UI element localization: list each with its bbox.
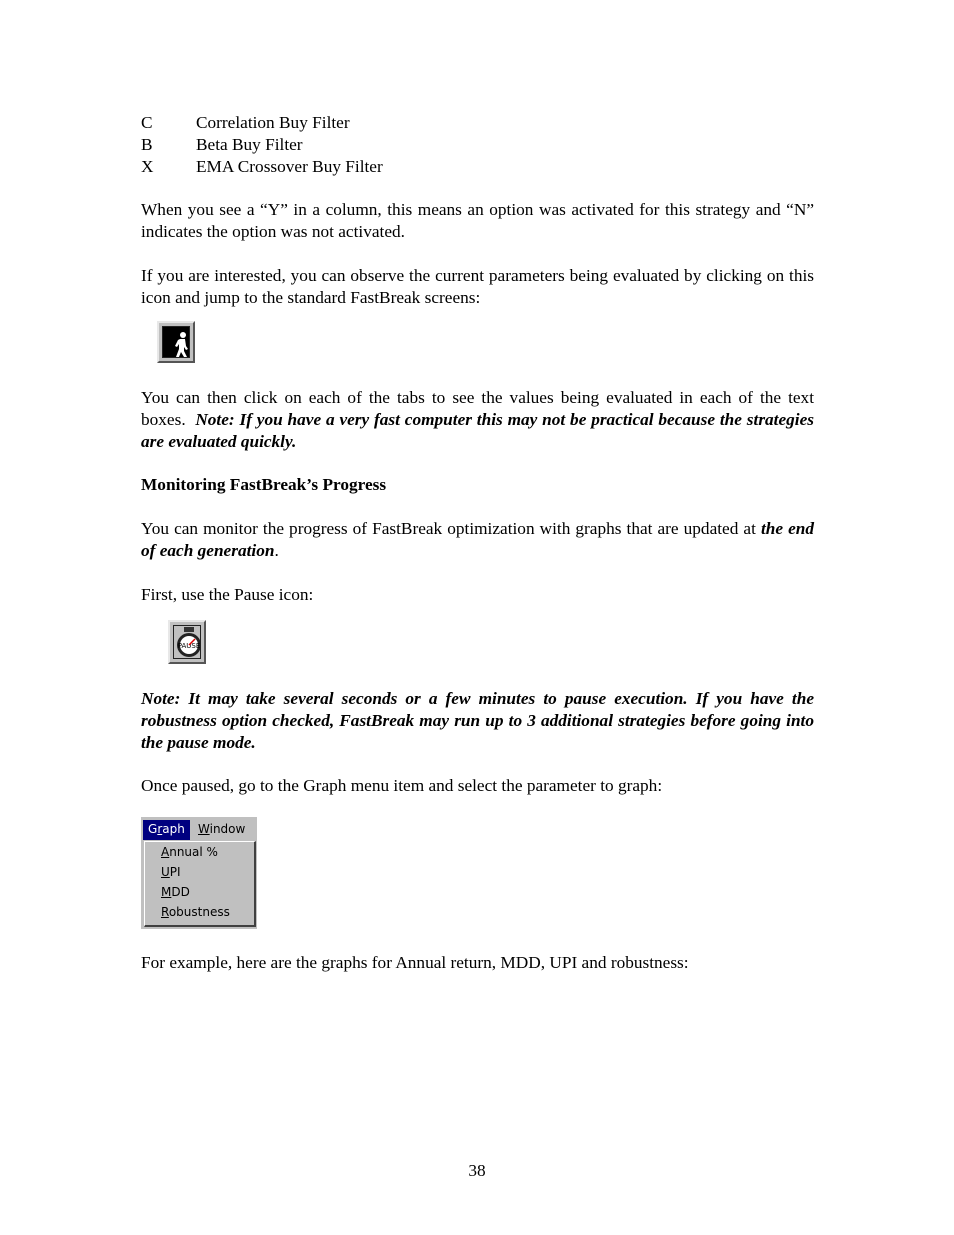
monitor-paragraph: You can monitor the progress of FastBrea… [141,518,814,562]
pause-intro: First, use the Pause icon: [141,585,314,604]
legend-label: Beta Buy Filter [196,135,303,154]
legend-key: C [141,113,153,132]
graph-menu-intro: Once paused, go to the Graph menu item a… [141,776,663,795]
graph-menu-screenshot: Graph Window Annual % UPI MDD Robustness [141,817,257,929]
running-man-icon [162,326,190,358]
menu-bar: Graph Window [141,817,257,841]
legend-row: B Beta Buy Filter [141,134,814,156]
menu-item-annual[interactable]: Annual % [145,842,254,862]
monitor-text: You can monitor the progress of FastBrea… [141,519,761,538]
stopwatch-icon: PAUSE [173,625,201,659]
tabs-paragraph: You can then click on each of the tabs t… [141,387,814,453]
pause-button[interactable]: PAUSE [168,620,206,664]
legend-label: Correlation Buy Filter [196,113,350,132]
yn-explanation: When you see a “Y” in a column, this mea… [141,200,814,241]
tabs-note: Note: If you have a very fast computer t… [141,410,814,451]
legend-row: C Correlation Buy Filter [141,112,814,134]
graph-dropdown: Annual % UPI MDD Robustness [144,841,256,927]
legend-label: EMA Crossover Buy Filter [196,157,383,176]
filter-legend: C Correlation Buy Filter B Beta Buy Filt… [141,112,814,178]
menu-window[interactable]: Window [193,820,250,840]
menu-item-mdd[interactable]: MDD [145,882,254,902]
example-graphs-intro: For example, here are the graphs for Ann… [141,953,689,972]
section-heading: Monitoring FastBreak’s Progress [141,475,387,494]
menu-item-upi[interactable]: UPI [145,862,254,882]
page-number: 38 [468,1161,486,1180]
fastbreak-screens-button[interactable] [157,321,195,363]
legend-key: X [141,157,154,176]
legend-row: X EMA Crossover Buy Filter [141,156,814,178]
observe-params-paragraph: If you are interested, you can observe t… [141,266,814,307]
pause-note: Note: It may take several seconds or a f… [141,689,814,752]
monitor-end: . [274,541,279,560]
menu-graph[interactable]: Graph [143,820,190,840]
svg-text:PAUSE: PAUSE [178,642,201,650]
legend-key: B [141,135,153,154]
menu-item-robustness[interactable]: Robustness [145,902,254,922]
